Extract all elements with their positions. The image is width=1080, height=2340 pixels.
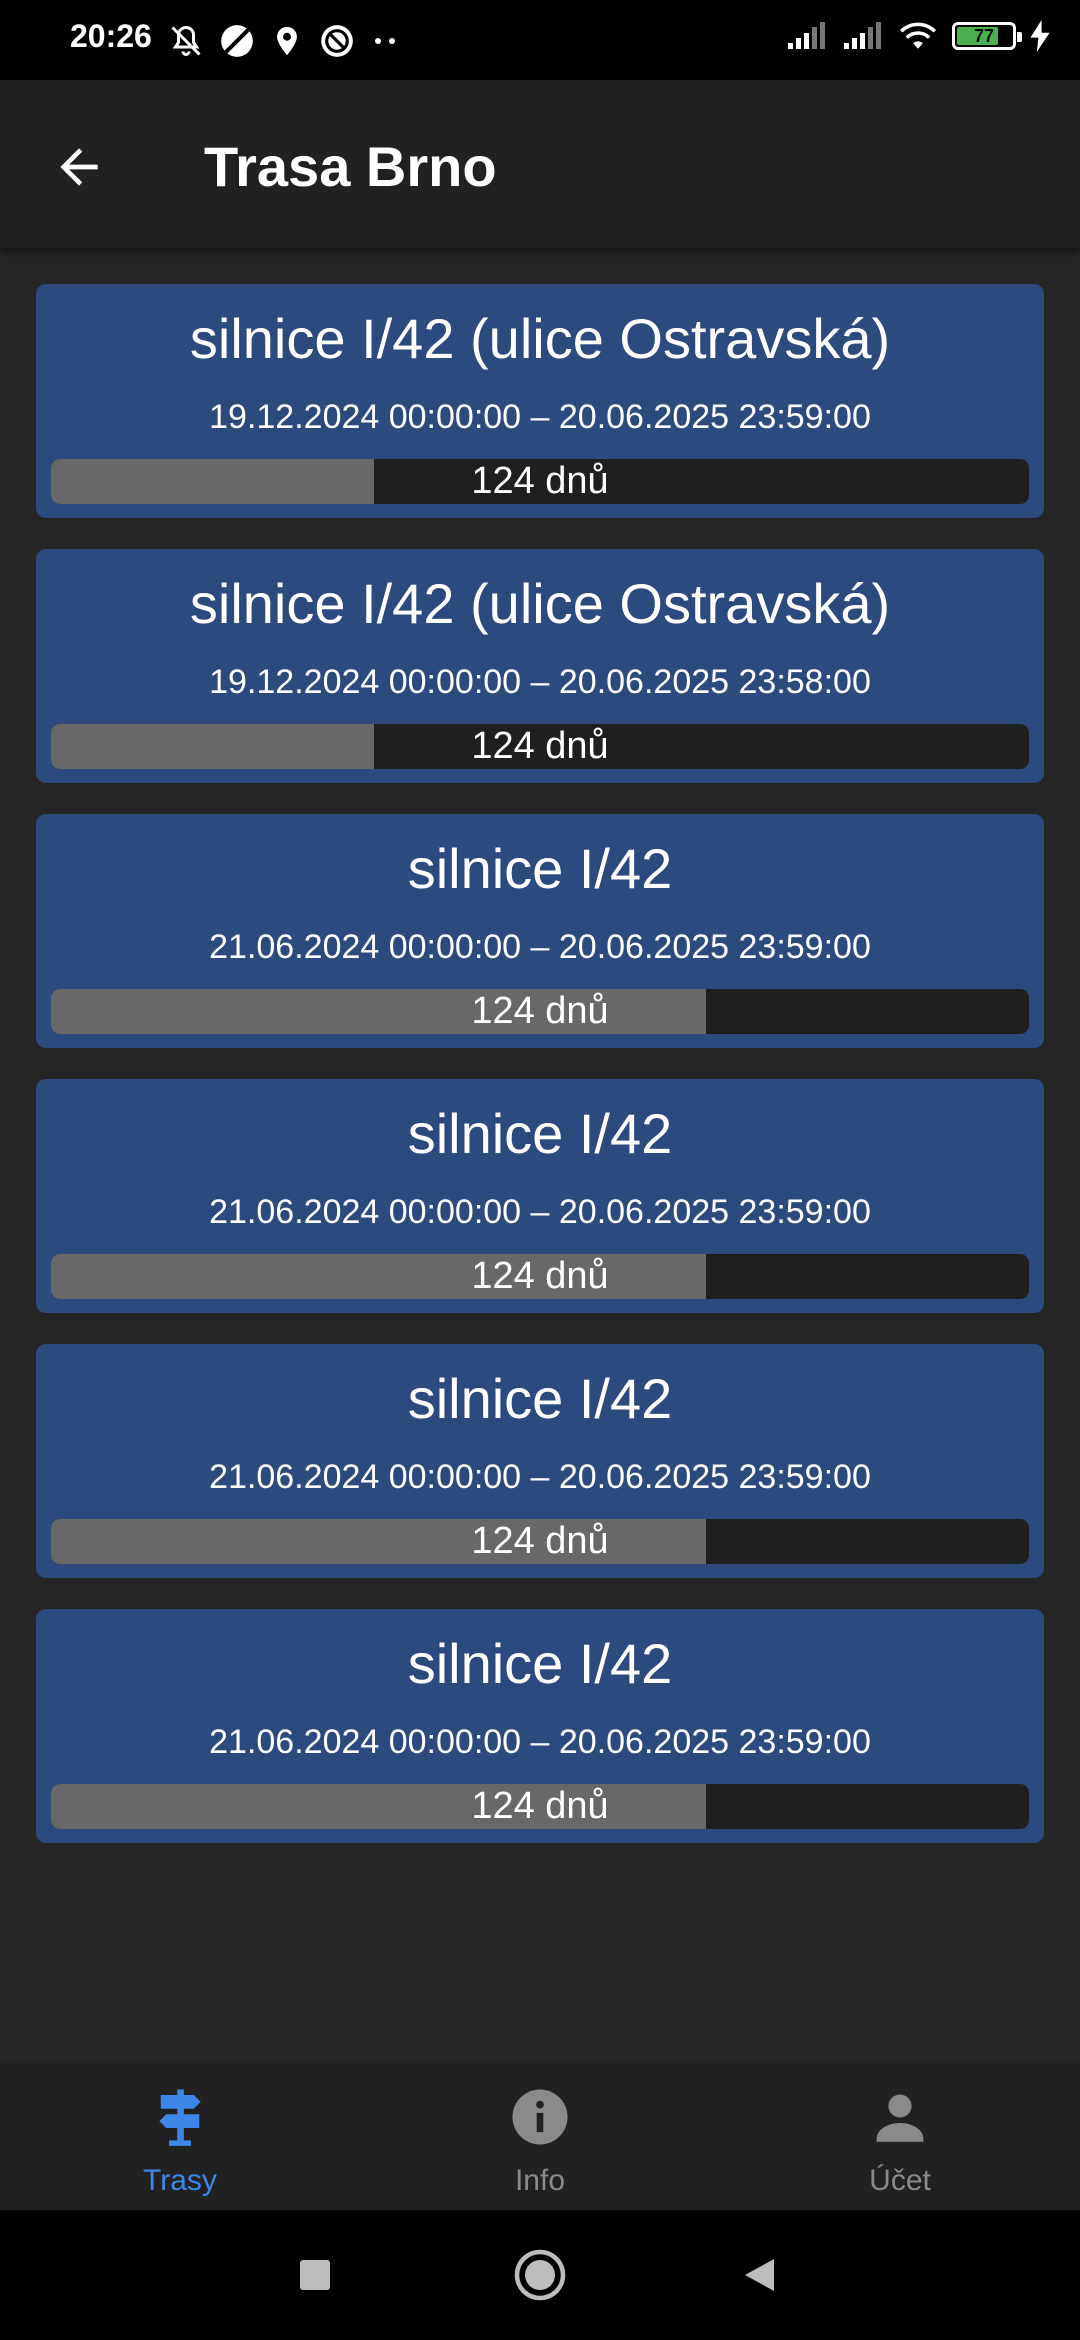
page-title: Trasa Brno [204, 135, 497, 198]
route-remaining: 124 dnů [471, 725, 609, 767]
route-remaining: 124 dnů [471, 1255, 609, 1297]
route-dates: 19.12.2024 00:00:00 – 20.06.2025 23:58:0… [209, 663, 871, 701]
circle-icon [514, 2249, 566, 2301]
route-dates: 21.06.2024 00:00:00 – 20.06.2025 23:59:0… [209, 1458, 871, 1496]
nav-label: Trasy [143, 2164, 217, 2197]
location-icon [277, 26, 297, 56]
route-remaining: 124 dnů [471, 1785, 609, 1827]
route-list: silnice I/42 (ulice Ostravská) 19.12.202… [36, 284, 1044, 1874]
back-button[interactable] [44, 132, 114, 202]
route-dates: 21.06.2024 00:00:00 – 20.06.2025 23:59:0… [209, 1723, 871, 1761]
bottom-nav: Trasy Info Účet [0, 2062, 1080, 2210]
route-card[interactable]: silnice I/42 (ulice Ostravská) 19.12.202… [36, 549, 1044, 783]
battery-icon: 77 [952, 22, 1022, 50]
route-progress-bar: 124 dnů [51, 1519, 1029, 1564]
back-nav-button[interactable] [730, 2245, 790, 2305]
route-card[interactable]: silnice I/42 21.06.2024 00:00:00 – 20.06… [36, 814, 1044, 1048]
status-time: 20:26 [70, 18, 152, 54]
battery-text: 77 [973, 25, 995, 46]
route-remaining: 124 dnů [471, 1520, 609, 1562]
triangle-back-icon [745, 2259, 774, 2291]
more-dots-icon [375, 38, 395, 44]
route-progress-bar: 124 dnů [51, 1254, 1029, 1299]
nav-label: Účet [869, 2164, 931, 2197]
route-card[interactable]: silnice I/42 21.06.2024 00:00:00 – 20.06… [36, 1609, 1044, 1843]
recent-apps-button[interactable] [285, 2245, 345, 2305]
nav-label: Info [514, 2164, 566, 2197]
route-title: silnice I/42 (ulice Ostravská) [189, 307, 891, 370]
nav-item-trasy[interactable]: Trasy [0, 2062, 360, 2210]
route-title: silnice I/42 (ulice Ostravská) [189, 572, 891, 635]
route-progress-bar: 124 dnů [51, 1784, 1029, 1829]
nav-item-ucet[interactable]: Účet [720, 2062, 1080, 2210]
home-button[interactable] [510, 2245, 570, 2305]
mute-icon [171, 25, 201, 56]
status-right-icons: 77 [786, 20, 1050, 52]
route-card[interactable]: silnice I/42 21.06.2024 00:00:00 – 20.06… [36, 1344, 1044, 1578]
wifi-icon [899, 22, 937, 49]
route-dates: 21.06.2024 00:00:00 – 20.06.2025 23:59:0… [209, 1193, 871, 1231]
route-dates: 21.06.2024 00:00:00 – 20.06.2025 23:59:0… [209, 928, 871, 966]
route-remaining: 124 dnů [471, 460, 609, 502]
nav-item-info[interactable]: Info [360, 2062, 720, 2210]
route-title: silnice I/42 [407, 1102, 673, 1165]
route-card[interactable]: silnice I/42 (ulice Ostravská) 19.12.202… [36, 284, 1044, 518]
route-card[interactable]: silnice I/42 21.06.2024 00:00:00 – 20.06… [36, 1079, 1044, 1313]
signpost-icon [145, 2082, 215, 2152]
no-sim-icon [221, 25, 253, 57]
status-left-icons [168, 22, 400, 60]
route-remaining: 124 dnů [471, 990, 609, 1032]
app-bar: Trasa Brno [0, 80, 1080, 248]
info-icon [505, 2082, 575, 2152]
at-sign-icon [321, 25, 353, 57]
person-icon [865, 2082, 935, 2152]
route-title: silnice I/42 [407, 1632, 673, 1695]
route-progress-bar: 124 dnů [51, 724, 1029, 769]
route-title: silnice I/42 [407, 837, 673, 900]
square-icon [300, 2260, 330, 2290]
charging-icon [1030, 20, 1050, 52]
status-bar: 20:26 77 [0, 0, 1080, 80]
route-title: silnice I/42 [407, 1367, 673, 1430]
route-dates: 19.12.2024 00:00:00 – 20.06.2025 23:59:0… [209, 398, 871, 436]
signal-icon [844, 22, 881, 49]
arrow-back-icon [60, 148, 98, 186]
route-progress-bar: 124 dnů [51, 989, 1029, 1034]
signal-icon [788, 22, 825, 49]
route-progress-bar: 124 dnů [51, 459, 1029, 504]
system-nav-bar [0, 2210, 1080, 2340]
